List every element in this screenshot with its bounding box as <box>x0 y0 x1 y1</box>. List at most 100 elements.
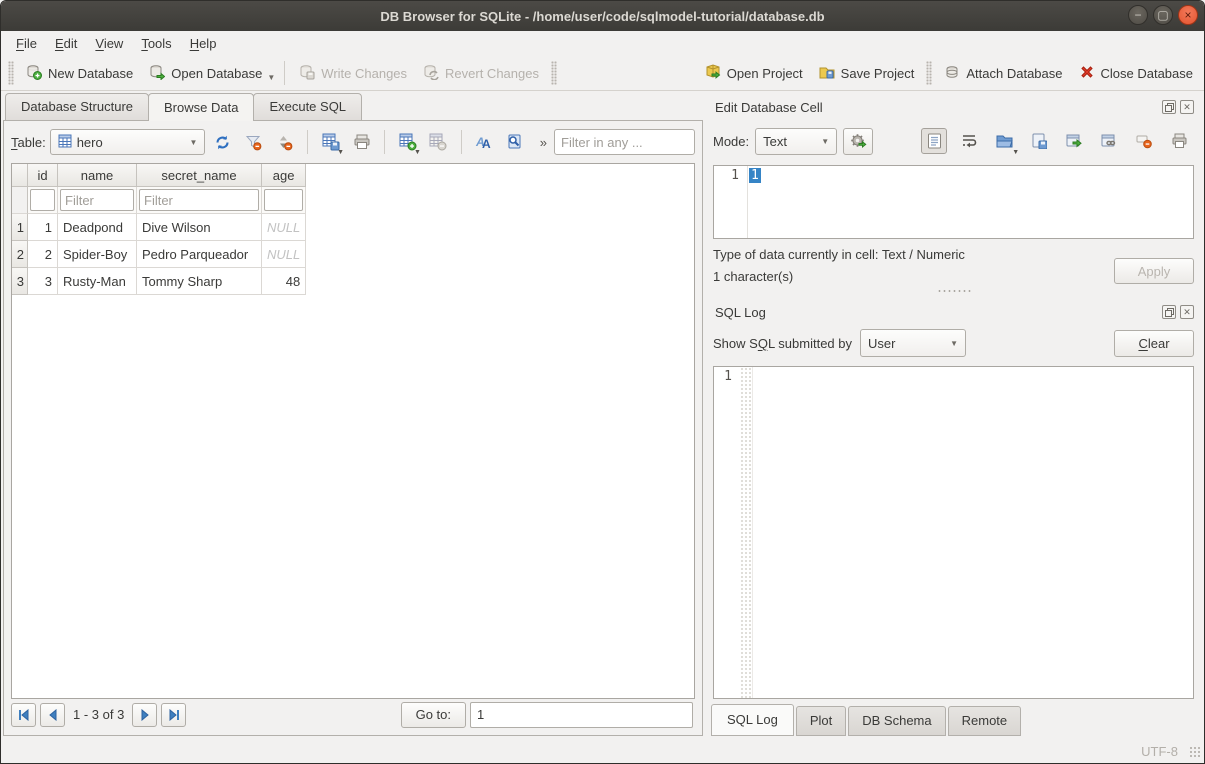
encoding-indicator: UTF-8 <box>1141 744 1178 759</box>
grid-corner-cell[interactable] <box>12 164 28 187</box>
float-dock-icon[interactable] <box>1162 305 1176 319</box>
table-label: Table: <box>11 135 46 150</box>
cell-value-editor[interactable]: 1 1 <box>713 165 1194 239</box>
row-header[interactable]: 3 <box>12 268 28 295</box>
filter-any-column-input[interactable] <box>554 129 695 155</box>
toolbar-handle-2[interactable] <box>551 61 557 85</box>
row-header[interactable]: 1 <box>12 214 28 241</box>
open-project-button[interactable]: Open Project <box>698 60 810 87</box>
cell-secret-name[interactable]: Tommy Sharp <box>137 268 262 295</box>
tab-browse-data[interactable]: Browse Data <box>148 93 254 121</box>
clear-filters-button[interactable] <box>240 129 267 155</box>
menu-file-accel: F <box>16 36 24 51</box>
filter-input-name[interactable] <box>60 189 134 211</box>
cell-secret-name[interactable]: Dive Wilson <box>137 214 262 241</box>
insert-record-button[interactable]: ▼ <box>394 129 421 155</box>
open-in-external-button[interactable] <box>1061 128 1087 154</box>
column-header-name[interactable]: name <box>58 164 137 187</box>
refresh-button[interactable] <box>209 129 236 155</box>
column-header-age[interactable]: age <box>262 164 306 187</box>
close-dock-icon[interactable]: ✕ <box>1180 305 1194 319</box>
dock-tab-db-schema[interactable]: DB Schema <box>848 706 945 736</box>
cell-editor-content[interactable]: 1 <box>748 166 1193 238</box>
print-button[interactable] <box>348 129 375 155</box>
cell-age[interactable]: 48 <box>262 268 306 295</box>
text-mode-icon-button[interactable] <box>921 128 947 154</box>
toolbar-overflow-button[interactable]: » <box>537 135 550 150</box>
column-header-secret-name[interactable]: secret_name <box>137 164 262 187</box>
tab-execute-sql[interactable]: Execute SQL <box>253 93 362 120</box>
minimize-button[interactable]: − <box>1128 5 1148 25</box>
cell-secret-name[interactable]: Pedro Parqueador <box>137 241 262 268</box>
tab-database-structure[interactable]: Database Structure <box>5 93 149 120</box>
attach-database-button[interactable]: Attach Database <box>937 60 1069 87</box>
apply-button[interactable]: Apply <box>1114 258 1194 284</box>
new-database-button[interactable]: New Database <box>19 60 140 87</box>
cell-age[interactable]: NULL <box>262 241 306 268</box>
goto-button[interactable]: Go to: <box>401 702 466 728</box>
column-header-id[interactable]: id <box>28 164 58 187</box>
sql-log-content[interactable] <box>753 367 1193 698</box>
dock-tab-sql-log[interactable]: SQL Log <box>711 704 794 736</box>
menu-edit[interactable]: Edit <box>46 33 86 54</box>
close-database-button[interactable]: Close Database <box>1072 60 1201 87</box>
close-dock-icon[interactable]: ✕ <box>1180 100 1194 114</box>
open-database-icon <box>149 64 165 83</box>
table-row: 3 3 Rusty-Man Tommy Sharp 48 <box>12 268 306 295</box>
open-database-button[interactable]: Open Database <box>142 60 269 87</box>
close-button[interactable]: × <box>1178 5 1198 25</box>
set-null-button[interactable] <box>1131 128 1157 154</box>
menu-tools[interactable]: Tools <box>132 33 180 54</box>
clear-log-button[interactable]: Clear <box>1114 330 1194 357</box>
menu-file[interactable]: File <box>7 33 46 54</box>
filter-input-age[interactable] <box>264 189 303 211</box>
chevron-down-icon: ▼ <box>189 138 197 147</box>
import-data-button[interactable]: ▼ <box>991 128 1017 154</box>
word-wrap-icon-button[interactable] <box>956 128 982 154</box>
goto-input[interactable] <box>470 702 693 728</box>
find-in-table-button[interactable] <box>502 129 529 155</box>
clear-sorting-button[interactable] <box>271 129 298 155</box>
resize-grip[interactable] <box>1189 746 1201 758</box>
save-results-button[interactable]: ▼ <box>317 129 344 155</box>
copy-link-button[interactable] <box>1096 128 1122 154</box>
cell-name[interactable]: Rusty-Man <box>58 268 137 295</box>
maximize-button[interactable]: ▢ <box>1153 5 1173 25</box>
previous-page-button[interactable] <box>40 703 65 727</box>
row-header[interactable]: 2 <box>12 241 28 268</box>
first-page-button[interactable] <box>11 703 36 727</box>
sql-log-editor[interactable]: 1 <box>713 366 1194 699</box>
cell-age[interactable]: NULL <box>262 214 306 241</box>
dock-splitter[interactable] <box>711 284 1196 298</box>
toolbar-handle-3[interactable] <box>926 61 932 85</box>
write-changes-button[interactable]: Write Changes <box>292 60 414 87</box>
cell-name[interactable]: Deadpond <box>58 214 137 241</box>
menu-help[interactable]: Help <box>181 33 226 54</box>
float-dock-icon[interactable] <box>1162 100 1176 114</box>
menu-view[interactable]: View <box>86 33 132 54</box>
font-settings-button[interactable]: AA <box>471 129 498 155</box>
delete-record-button[interactable] <box>425 129 452 155</box>
toolbar-handle[interactable] <box>8 61 14 85</box>
filter-input-secret-name[interactable] <box>139 189 259 211</box>
export-data-button[interactable] <box>1026 128 1052 154</box>
table-select[interactable]: hero ▼ <box>50 129 206 155</box>
mode-select[interactable]: Text ▼ <box>755 128 837 155</box>
cell-id[interactable]: 2 <box>28 241 58 268</box>
save-project-button[interactable]: Save Project <box>812 60 922 87</box>
dock-tab-remote[interactable]: Remote <box>948 706 1022 736</box>
record-range-text: 1 - 3 of 3 <box>73 707 124 722</box>
filter-input-id[interactable] <box>30 189 55 211</box>
cell-id[interactable]: 3 <box>28 268 58 295</box>
next-page-button[interactable] <box>132 703 157 727</box>
open-database-dropdown[interactable]: ▼ <box>267 65 277 82</box>
auto-format-button[interactable] <box>843 128 873 155</box>
last-page-button[interactable] <box>161 703 186 727</box>
cell-id[interactable]: 1 <box>28 214 58 241</box>
dock-tab-plot[interactable]: Plot <box>796 706 846 736</box>
print-cell-button[interactable] <box>1166 128 1192 154</box>
cell-name[interactable]: Spider-Boy <box>58 241 137 268</box>
revert-changes-button[interactable]: Revert Changes <box>416 60 546 87</box>
menu-view-rest: iew <box>104 36 124 51</box>
sql-source-select[interactable]: User ▼ <box>860 329 966 357</box>
